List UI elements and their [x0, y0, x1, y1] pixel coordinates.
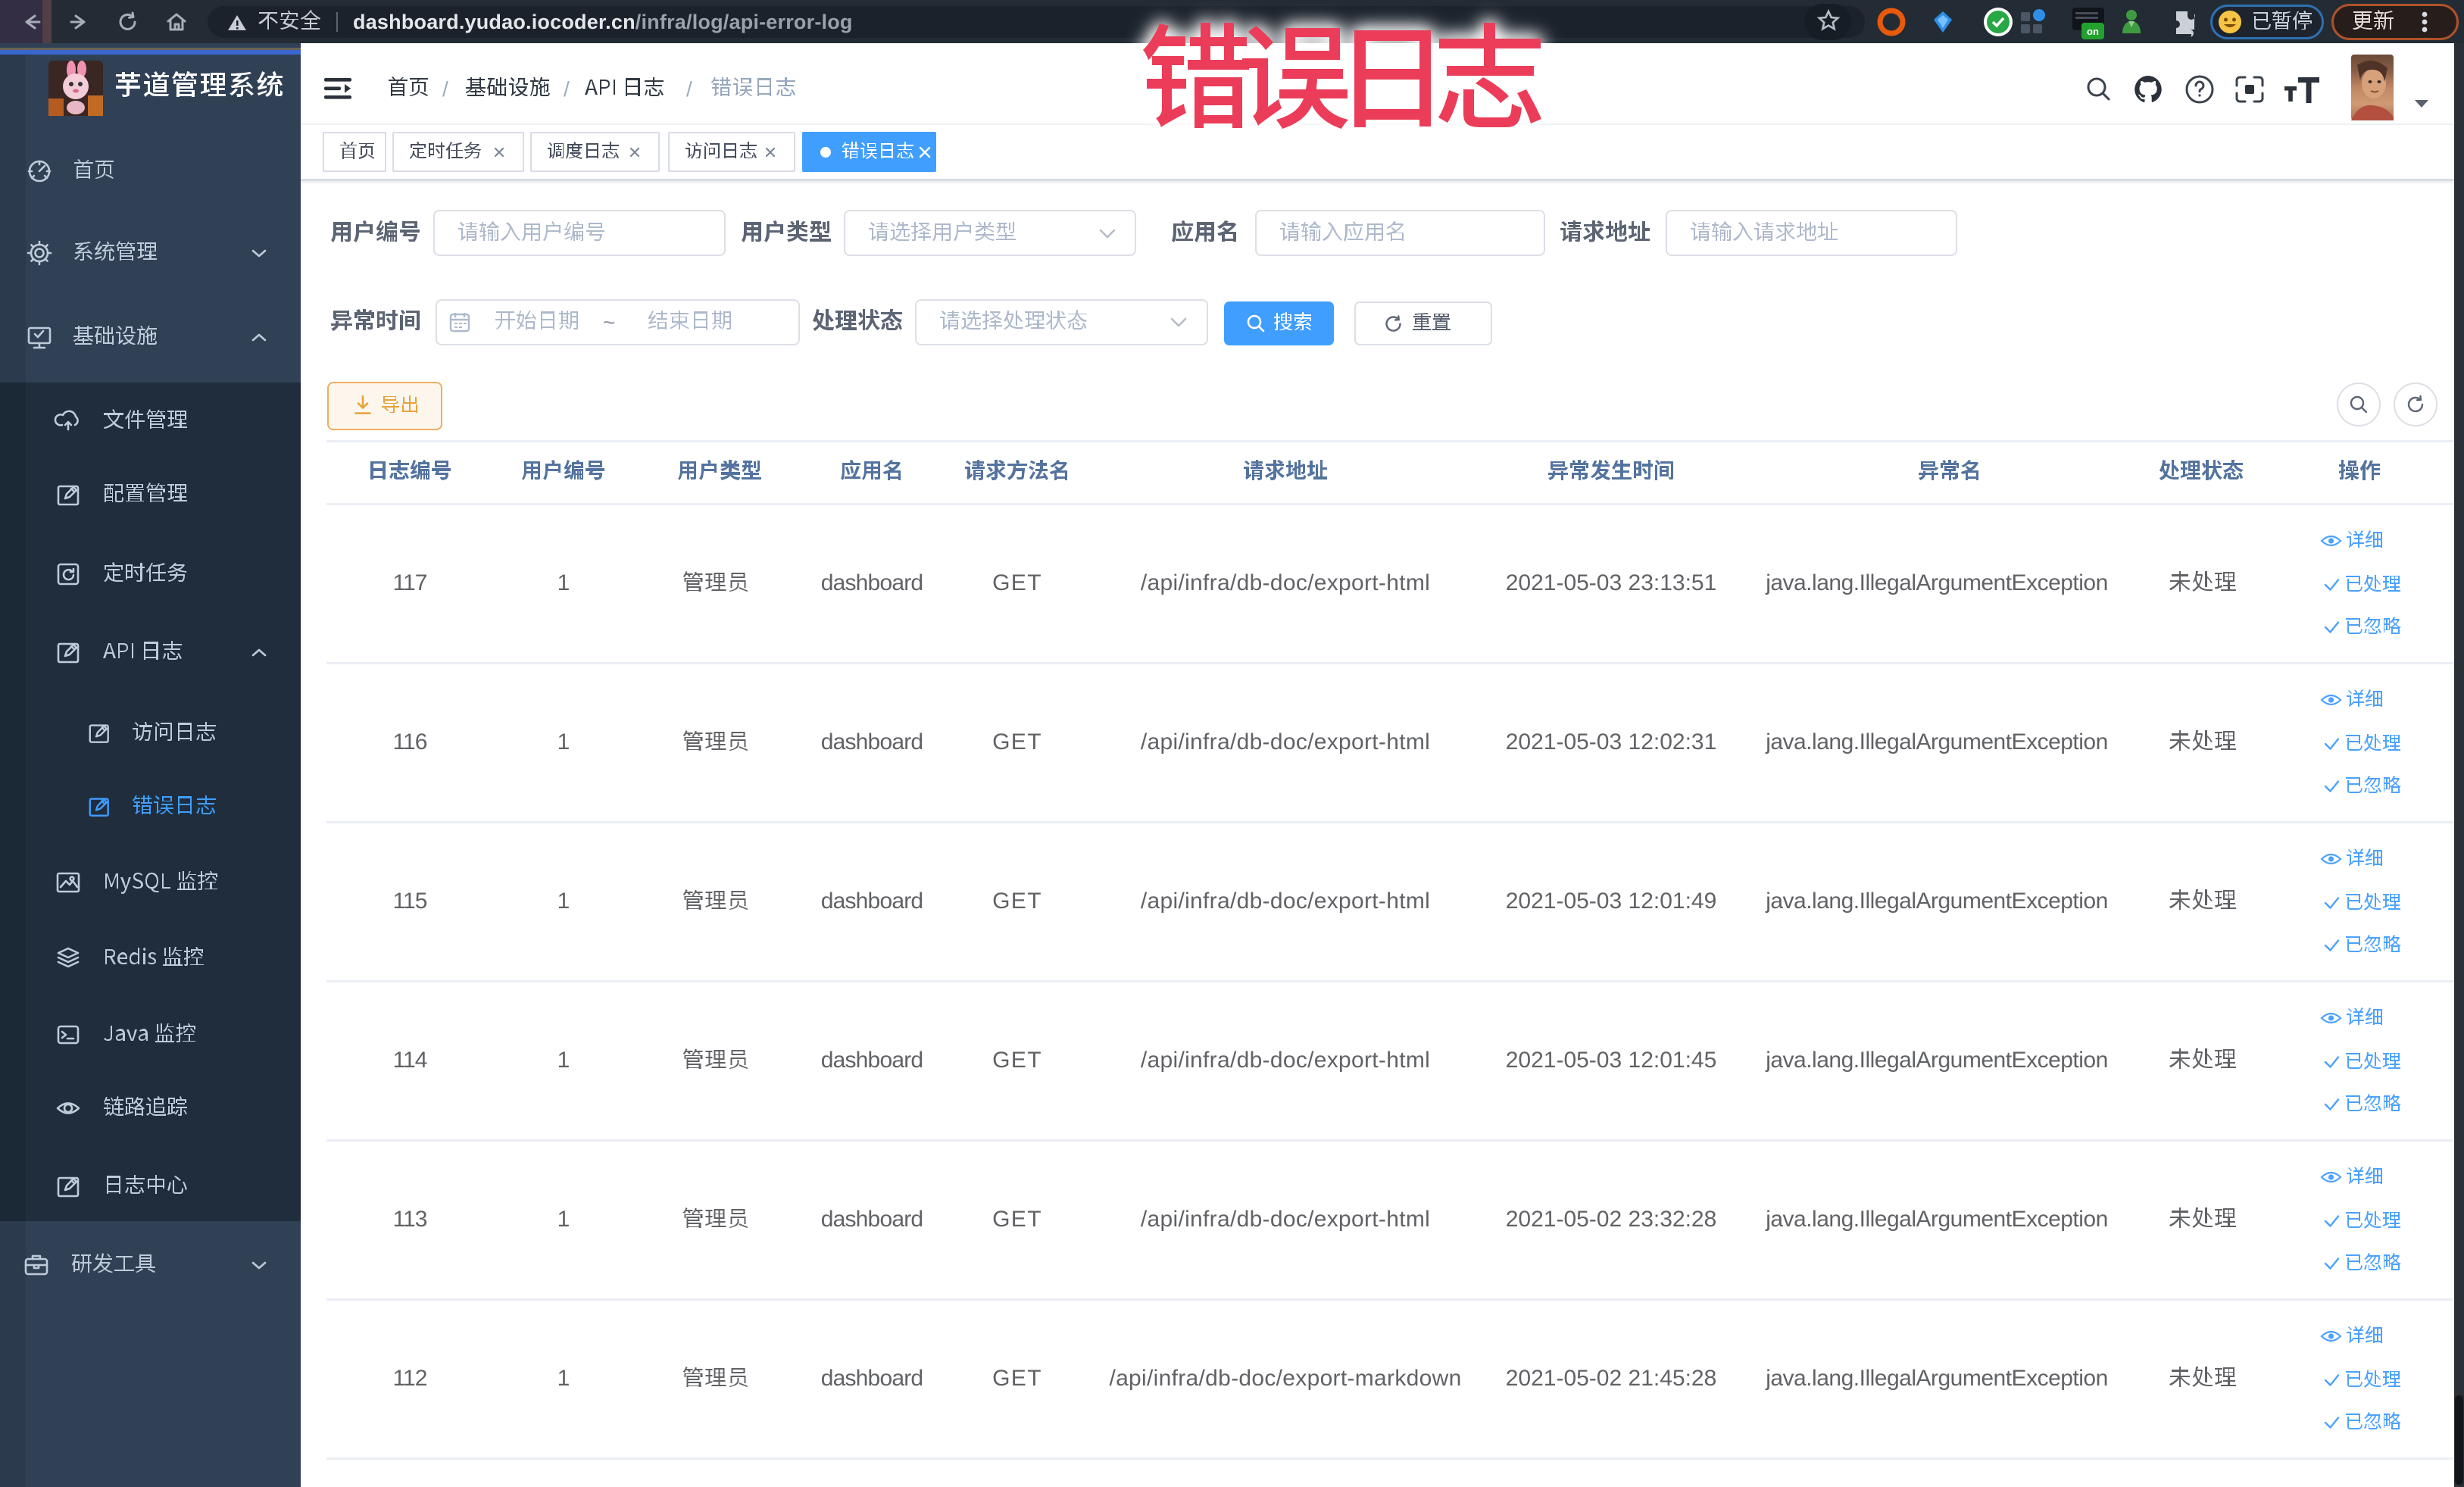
- svg-text:on: on: [2087, 26, 2099, 37]
